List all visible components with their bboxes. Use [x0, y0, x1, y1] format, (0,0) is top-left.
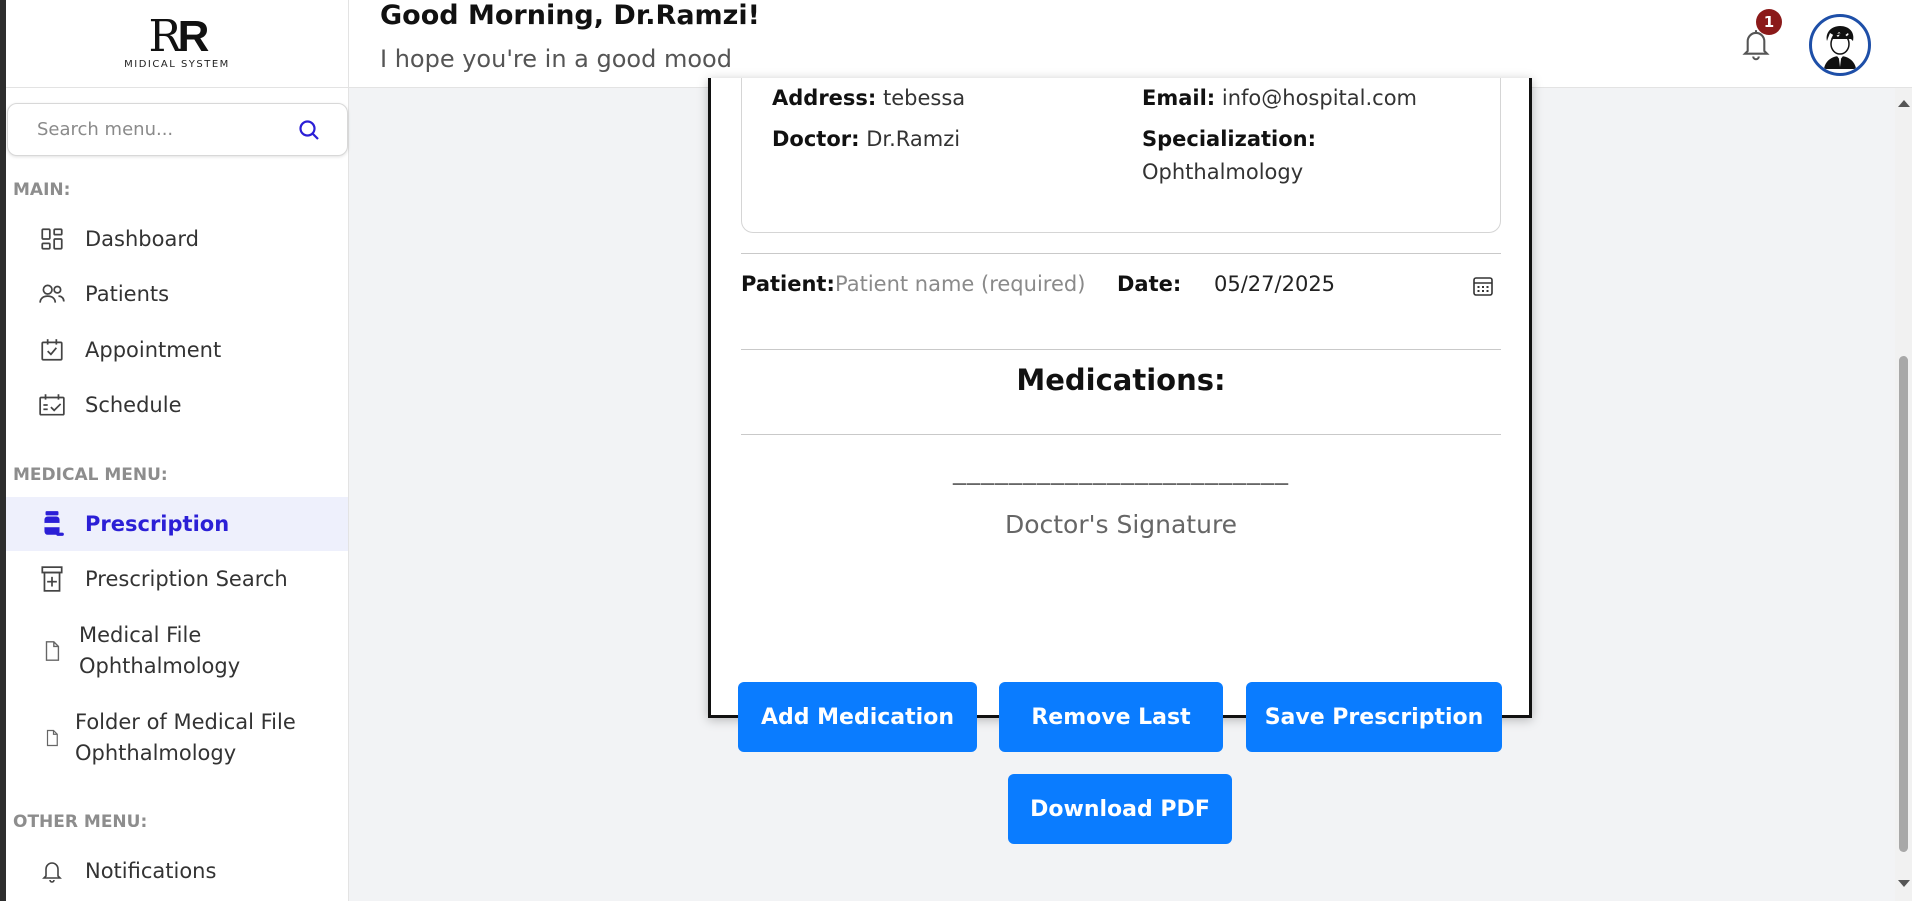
patient-label: Patient: — [741, 272, 835, 296]
greeting-title: Good Morning, Dr.Ramzi! — [380, 0, 760, 31]
sidebar-item-label: Schedule — [85, 393, 182, 417]
medications-title: Medications: — [1016, 363, 1226, 397]
patient-name-input[interactable] — [835, 268, 1105, 300]
sidebar-item-label: Medical File Ophthalmology — [79, 623, 241, 678]
divider — [741, 349, 1501, 350]
sidebar-item-notifications[interactable]: Notifications — [6, 848, 348, 894]
sidebar-item-label: Appointment — [85, 338, 222, 362]
specialization-field: Specialization: Ophthalmology — [1142, 127, 1317, 184]
pill-bottle-icon — [37, 509, 67, 539]
bell-icon — [37, 856, 67, 886]
divider — [741, 253, 1501, 254]
add-medication-button[interactable]: Add Medication — [738, 682, 977, 752]
scrollbar-thumb[interactable] — [1899, 356, 1908, 852]
sidebar-item-label: Patients — [85, 282, 170, 306]
date-label: Date: — [1117, 272, 1182, 296]
greeting-subtitle: I hope you're in a good mood — [380, 45, 732, 73]
doctor-field: Doctor: Dr.Ramzi — [772, 127, 961, 151]
avatar[interactable] — [1809, 14, 1871, 76]
calendar-check-icon — [37, 335, 67, 365]
dashboard-icon — [37, 224, 67, 254]
clinic-info-box: Address: tebessa Email: info@hospital.co… — [741, 78, 1501, 233]
email-field: Email: info@hospital.com — [1142, 86, 1418, 110]
section-label-medical: MEDICAL MENU: — [13, 465, 168, 485]
sidebar-item-dashboard[interactable]: Dashboard — [6, 216, 348, 262]
user-avatar-icon — [1824, 26, 1856, 69]
sidebar-item-label: Folder of Medical File Ophthalmology — [75, 710, 296, 765]
scroll-up-arrow[interactable] — [1898, 100, 1910, 107]
schedule-icon — [37, 390, 67, 420]
vertical-scrollbar[interactable] — [1895, 88, 1912, 901]
sidebar-item-medical-file[interactable]: Medical File Ophthalmology — [6, 619, 348, 683]
download-pdf-button[interactable]: Download PDF — [1008, 774, 1232, 844]
notification-badge: 1 — [1756, 9, 1782, 35]
sidebar-item-label: Prescription — [85, 512, 230, 536]
main-content: Address: tebessa Email: info@hospital.co… — [349, 78, 1895, 901]
sidebar-item-appointment[interactable]: Appointment — [6, 327, 348, 373]
search-input[interactable] — [37, 119, 297, 140]
users-icon — [37, 279, 67, 309]
search-icon[interactable] — [297, 118, 321, 142]
remove-last-button[interactable]: Remove Last — [999, 682, 1223, 752]
medicine-box-icon — [37, 564, 67, 594]
section-label-other: OTHER MENU: — [13, 812, 148, 832]
save-prescription-button[interactable]: Save Prescription — [1246, 682, 1502, 752]
sidebar-item-prescription[interactable]: Prescription — [6, 497, 348, 551]
file-icon — [37, 636, 67, 666]
logo-text: MIDICAL SYSTEM — [124, 59, 230, 70]
scroll-down-arrow[interactable] — [1898, 880, 1910, 887]
sidebar-item-label: Notifications — [85, 859, 217, 883]
calendar-picker-icon[interactable] — [1471, 274, 1495, 298]
sidebar-item-label: Prescription Search — [85, 567, 288, 591]
sidebar-search — [7, 103, 348, 156]
sidebar-item-label: Dashboard — [85, 227, 199, 251]
signature-line: ________________________ — [953, 456, 1289, 486]
top-header: Good Morning, Dr.Ramzi! I hope you're in… — [349, 0, 1912, 88]
sidebar: RR MIDICAL SYSTEM MAIN: Dashboard Patien… — [6, 0, 349, 901]
file-icon — [37, 723, 67, 753]
divider — [741, 434, 1501, 435]
signature-label: Doctor's Signature — [1004, 510, 1238, 539]
address-field: Address: tebessa — [772, 86, 966, 110]
sidebar-item-folder-medical-file[interactable]: Folder of Medical File Ophthalmology — [6, 706, 348, 770]
sidebar-item-patients[interactable]: Patients — [6, 271, 348, 317]
sidebar-item-prescription-search[interactable]: Prescription Search — [6, 556, 348, 602]
logo-mark: RR — [148, 11, 210, 62]
logo[interactable]: RR MIDICAL SYSTEM — [6, 0, 348, 88]
sidebar-item-schedule[interactable]: Schedule — [6, 382, 348, 428]
prescription-card: Address: tebessa Email: info@hospital.co… — [708, 78, 1532, 718]
section-label-main: MAIN: — [13, 180, 71, 200]
date-input[interactable]: 05/27/2025 — [1214, 272, 1335, 296]
